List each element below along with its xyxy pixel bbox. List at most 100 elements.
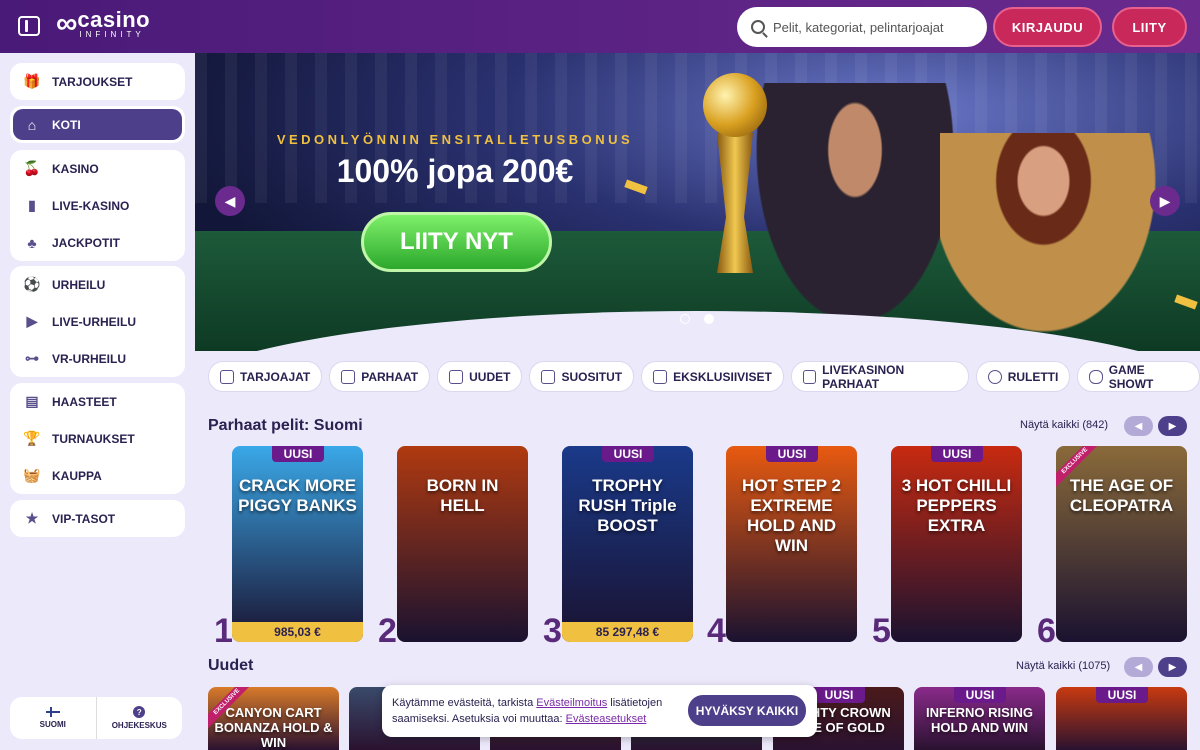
game-card[interactable]: 3 HOT CHILLI PEPPERS EXTRA UUSI bbox=[891, 446, 1022, 642]
new-badge: UUSI bbox=[813, 687, 865, 703]
new-badge: UUSI bbox=[1096, 687, 1148, 703]
category-label: LIVEKASINON PARHAAT bbox=[822, 362, 905, 391]
game-card[interactable]: TROPHY RUSH Triple BOOST UUSI 85 297,48 € bbox=[562, 446, 693, 642]
logo[interactable]: ∞ casino INFINITY bbox=[56, 9, 150, 39]
flame-icon bbox=[541, 369, 556, 384]
language-button[interactable]: SUOMI bbox=[10, 697, 96, 739]
login-button[interactable]: KIRJAUDU bbox=[993, 7, 1102, 47]
top-games-see-all-link[interactable]: Näytä kaikki (842) bbox=[1020, 419, 1108, 431]
game-card[interactable]: BORN IN HELL bbox=[397, 446, 528, 642]
category-label: SUOSITUT bbox=[561, 369, 623, 384]
category-uudet[interactable]: UUDET bbox=[437, 361, 523, 392]
sidebar-group-sports: ⚽ URHEILU ▶ LIVE-URHEILU ⊶ VR-URHEILU bbox=[10, 266, 185, 377]
top-games-next-icon[interactable]: ▶ bbox=[1158, 416, 1187, 436]
star-icon: ★ bbox=[25, 510, 39, 526]
search-icon bbox=[751, 20, 765, 34]
sidebar-item-koti[interactable]: ⌂ KOTI bbox=[13, 109, 182, 140]
category-label: UUDET bbox=[469, 369, 511, 384]
clover-icon: ♣ bbox=[27, 234, 37, 251]
slide-dot-2[interactable] bbox=[704, 314, 714, 324]
game-card[interactable]: CRACK MORE PIGGY BANKS UUSI 985,03 € bbox=[232, 446, 363, 642]
category-livekasinon-parhaat[interactable]: LIVEKASINON PARHAAT bbox=[790, 361, 969, 392]
sidebar-item-label: HAASTEET bbox=[52, 394, 117, 409]
category-parhaat[interactable]: PARHAAT bbox=[329, 361, 431, 392]
game-card[interactable]: INFERNO RISING HOLD AND WIN UUSI bbox=[914, 687, 1045, 750]
rank-number: 1 bbox=[214, 612, 233, 650]
game-card[interactable]: UUSI bbox=[1056, 687, 1187, 750]
sidebar-item-vr-urheilu[interactable]: ⊶ VR-URHEILU bbox=[10, 340, 185, 377]
sidebar-item-turnaukset[interactable]: 🏆 TURNAUKSET bbox=[10, 420, 185, 457]
home-icon: ⌂ bbox=[27, 116, 37, 133]
join-button[interactable]: LIITY bbox=[1112, 7, 1187, 47]
category-tarjoajat[interactable]: TARJOAJAT bbox=[208, 361, 323, 392]
sidebar-item-vip-tasot[interactable]: ★ VIP-TASOT bbox=[10, 500, 185, 537]
slide-dot-1[interactable] bbox=[680, 314, 690, 324]
category-suositut[interactable]: SUOSITUT bbox=[529, 361, 635, 392]
sidebar-item-kasino[interactable]: 🍒 KASINO bbox=[10, 150, 185, 187]
play-icon: ▶ bbox=[26, 313, 38, 329]
game-title: 3 HOT CHILLI PEPPERS EXTRA bbox=[901, 476, 1012, 535]
sidebar-item-urheilu[interactable]: ⚽ URHEILU bbox=[10, 266, 185, 303]
woman-figure bbox=[940, 133, 1170, 351]
diamond-icon bbox=[653, 369, 668, 384]
microphone-icon bbox=[1089, 369, 1103, 384]
soccer-ball-icon: ⚽ bbox=[23, 276, 41, 292]
category-label: RULETTI bbox=[1007, 369, 1059, 384]
sidebar-item-label: KOTI bbox=[52, 117, 81, 132]
lightning-icon bbox=[449, 369, 464, 384]
category-ruletti[interactable]: RULETTI bbox=[975, 361, 1071, 392]
game-title: BORN IN HELL bbox=[426, 476, 499, 515]
sidebar-item-live-kasino[interactable]: ▮ LIVE-KASINO bbox=[10, 187, 185, 224]
gift-icon: 🎁 bbox=[23, 73, 41, 89]
jackpot-amount: 85 297,48 € bbox=[562, 622, 693, 642]
sidebar-toggle-icon[interactable] bbox=[18, 16, 40, 36]
trophy-image bbox=[695, 73, 775, 273]
accept-all-cookies-button[interactable]: HYVÄKSY KAIKKI bbox=[688, 695, 806, 726]
sidebar: 🎁 TARJOUKSET ⌂ KOTI 🍒 KASINO ▮ LIVE-KASI… bbox=[0, 53, 195, 750]
category-eksklusiiviset[interactable]: EKSKLUSIIVISET bbox=[641, 361, 784, 392]
category-game-showt[interactable]: GAME SHOWT bbox=[1077, 361, 1200, 392]
new-games-next-icon[interactable]: ▶ bbox=[1158, 657, 1187, 677]
new-games-prev-icon[interactable]: ◀ bbox=[1124, 657, 1153, 677]
hero-next-arrow-icon[interactable]: ▶ bbox=[1150, 186, 1180, 216]
hero-join-button[interactable]: LIITY NYT bbox=[361, 212, 552, 272]
game-card[interactable]: CANYON CART BONANZA HOLD & WIN EXCLUSIVE bbox=[208, 687, 339, 750]
game-title: TROPHY RUSH Triple BOOST bbox=[578, 476, 677, 535]
rank-number: 3 bbox=[543, 612, 562, 650]
hero-prev-arrow-icon[interactable]: ◀ bbox=[215, 186, 245, 216]
top-games-prev-icon[interactable]: ◀ bbox=[1124, 416, 1153, 436]
game-title: INFERNO RISING HOLD AND WIN bbox=[926, 705, 1033, 735]
sidebar-item-kauppa[interactable]: 🧺 KAUPPA bbox=[10, 457, 185, 494]
sidebar-item-label: URHEILU bbox=[52, 277, 106, 292]
sidebar-item-haasteet[interactable]: ▤ HAASTEET bbox=[10, 383, 185, 420]
cookie-settings-link[interactable]: Evästeasetukset bbox=[566, 713, 647, 725]
card-icon: ▮ bbox=[28, 197, 36, 213]
sidebar-item-tarjoukset[interactable]: 🎁 TARJOUKSET bbox=[10, 63, 185, 100]
sidebar-item-live-urheilu[interactable]: ▶ LIVE-URHEILU bbox=[10, 303, 185, 340]
sidebar-item-label: JACKPOTIT bbox=[52, 235, 121, 250]
cookie-notice-link[interactable]: Evästeilmoitus bbox=[536, 697, 607, 709]
top-games-title: Parhaat pelit: Suomi bbox=[208, 417, 363, 434]
cookie-text: Käytämme evästeitä, tarkista Evästeilmoi… bbox=[392, 695, 682, 727]
cookie-text-part: Käytämme evästeitä, tarkista bbox=[392, 697, 537, 709]
category-label: TARJOAJAT bbox=[240, 369, 311, 384]
help-center-button[interactable]: ? OHJEKESKUS bbox=[95, 697, 183, 739]
cookie-banner: Käytämme evästeitä, tarkista Evästeilmoi… bbox=[382, 685, 817, 737]
roulette-icon bbox=[987, 369, 1002, 384]
game-card[interactable]: THE AGE OF CLEOPATRA EXCLUSIVE bbox=[1056, 446, 1187, 642]
help-label: OHJEKESKUS bbox=[111, 721, 167, 730]
search-input[interactable] bbox=[773, 19, 973, 35]
provider-icon bbox=[220, 369, 234, 384]
hero-banner[interactable]: VEDONLYÖNNIN ENSITALLETUSBONUS 100% jopa… bbox=[195, 53, 1200, 351]
new-games-see-all-link[interactable]: Näytä kaikki (1075) bbox=[1016, 660, 1110, 672]
game-title: HOT STEP 2 EXTREME HOLD AND WIN bbox=[742, 476, 841, 555]
game-title: CRACK MORE PIGGY BANKS bbox=[238, 476, 357, 515]
sidebar-item-label: KAUPPA bbox=[52, 468, 102, 483]
sidebar-item-jackpotit[interactable]: ♣ JACKPOTIT bbox=[10, 224, 185, 261]
logo-sub: INFINITY bbox=[79, 30, 145, 39]
sidebar-group-challenges: ▤ HAASTEET 🏆 TURNAUKSET 🧺 KAUPPA bbox=[10, 383, 185, 494]
rank-number: 6 bbox=[1037, 612, 1056, 650]
game-card[interactable]: HOT STEP 2 EXTREME HOLD AND WIN UUSI bbox=[726, 446, 857, 642]
search-box[interactable] bbox=[737, 7, 987, 47]
new-badge: UUSI bbox=[931, 446, 983, 462]
